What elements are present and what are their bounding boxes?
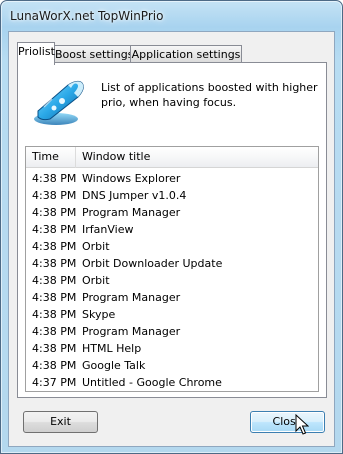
window-title: LunaWorX.net TopWinPrio (10, 9, 164, 23)
row-time: 4:38 PM (32, 359, 77, 372)
row-time: 4:38 PM (32, 308, 77, 321)
app-window: LunaWorX.net TopWinPrio Priolist Boost s… (0, 0, 343, 454)
row-window-title: Google Talk (82, 359, 146, 372)
row-time: 4:38 PM (32, 342, 77, 355)
title-bar[interactable]: LunaWorX.net TopWinPrio (1, 1, 342, 31)
row-time: 4:38 PM (32, 274, 77, 287)
tab-priolist[interactable]: Priolist (17, 42, 55, 65)
list-row[interactable]: 4:38 PM Program Manager (26, 323, 318, 340)
list-row[interactable]: 4:38 PM Program Manager (26, 204, 318, 221)
list-row[interactable]: 4:38 PM Orbit (26, 238, 318, 255)
list-row[interactable]: 4:38 PM Program Manager (26, 289, 318, 306)
close-button[interactable]: Close (250, 411, 325, 433)
row-time: 4:38 PM (32, 189, 77, 202)
row-window-title: Program Manager (82, 206, 181, 219)
row-window-title: Program Manager (82, 325, 181, 338)
row-window-title: Orbit Downloader Update (82, 257, 223, 270)
row-time: 4:38 PM (32, 291, 77, 304)
row-window-title: HTML Help (82, 342, 142, 355)
list-row[interactable]: 4:38 PM IrfanView (26, 221, 318, 238)
rocket-boost-icon (34, 80, 84, 125)
list-row[interactable]: 4:38 PM Orbit (26, 272, 318, 289)
row-window-title: Orbit (82, 240, 110, 253)
row-time: 4:38 PM (32, 257, 77, 270)
row-time: 4:38 PM (32, 206, 77, 219)
list-row[interactable]: 4:38 PM DNS Jumper v1.0.4 (26, 187, 318, 204)
exit-button[interactable]: Exit (23, 411, 98, 433)
row-window-title: IrfanView (82, 223, 134, 236)
row-window-title: DNS Jumper v1.0.4 (82, 189, 187, 202)
list-row[interactable]: 4:37 PM Untitled - Google Chrome (26, 374, 318, 391)
row-time: 4:38 PM (32, 325, 77, 338)
row-window-title: Untitled - Google Chrome (82, 376, 222, 389)
row-window-title: Program Manager (82, 291, 181, 304)
row-time: 4:37 PM (32, 376, 77, 389)
panel-description: List of applications boosted with higher… (101, 81, 318, 109)
row-time: 4:38 PM (32, 223, 77, 236)
priolist-panel: List of applications boosted with higher… (17, 62, 327, 398)
mouse-pointer-icon (295, 414, 309, 435)
list-row[interactable]: 4:38 PM Skype (26, 306, 318, 323)
list-header: Time Window title (26, 147, 318, 168)
row-window-title: Orbit (82, 274, 110, 287)
column-header-time[interactable]: Time (26, 147, 76, 168)
row-time: 4:38 PM (32, 240, 77, 253)
row-time: 4:38 PM (32, 172, 77, 185)
row-window-title: Windows Explorer (82, 172, 181, 185)
list-row[interactable]: 4:38 PM Windows Explorer (26, 170, 318, 187)
list-row[interactable]: 4:38 PM Google Talk (26, 357, 318, 374)
dialog-client-area: Priolist Boost settings Application sett… (8, 31, 335, 447)
list-rows: 4:38 PM Windows Explorer 4:38 PM DNS Jumper… (26, 170, 318, 391)
column-header-window-title[interactable]: Window title (76, 147, 318, 168)
priority-list[interactable]: Time Window title 4:38 PM Windows Explore… (25, 146, 319, 392)
list-row[interactable]: 4:38 PM Orbit Downloader Update (26, 255, 318, 272)
list-row[interactable]: 4:38 PM HTML Help (26, 340, 318, 357)
row-window-title: Skype (82, 308, 116, 321)
